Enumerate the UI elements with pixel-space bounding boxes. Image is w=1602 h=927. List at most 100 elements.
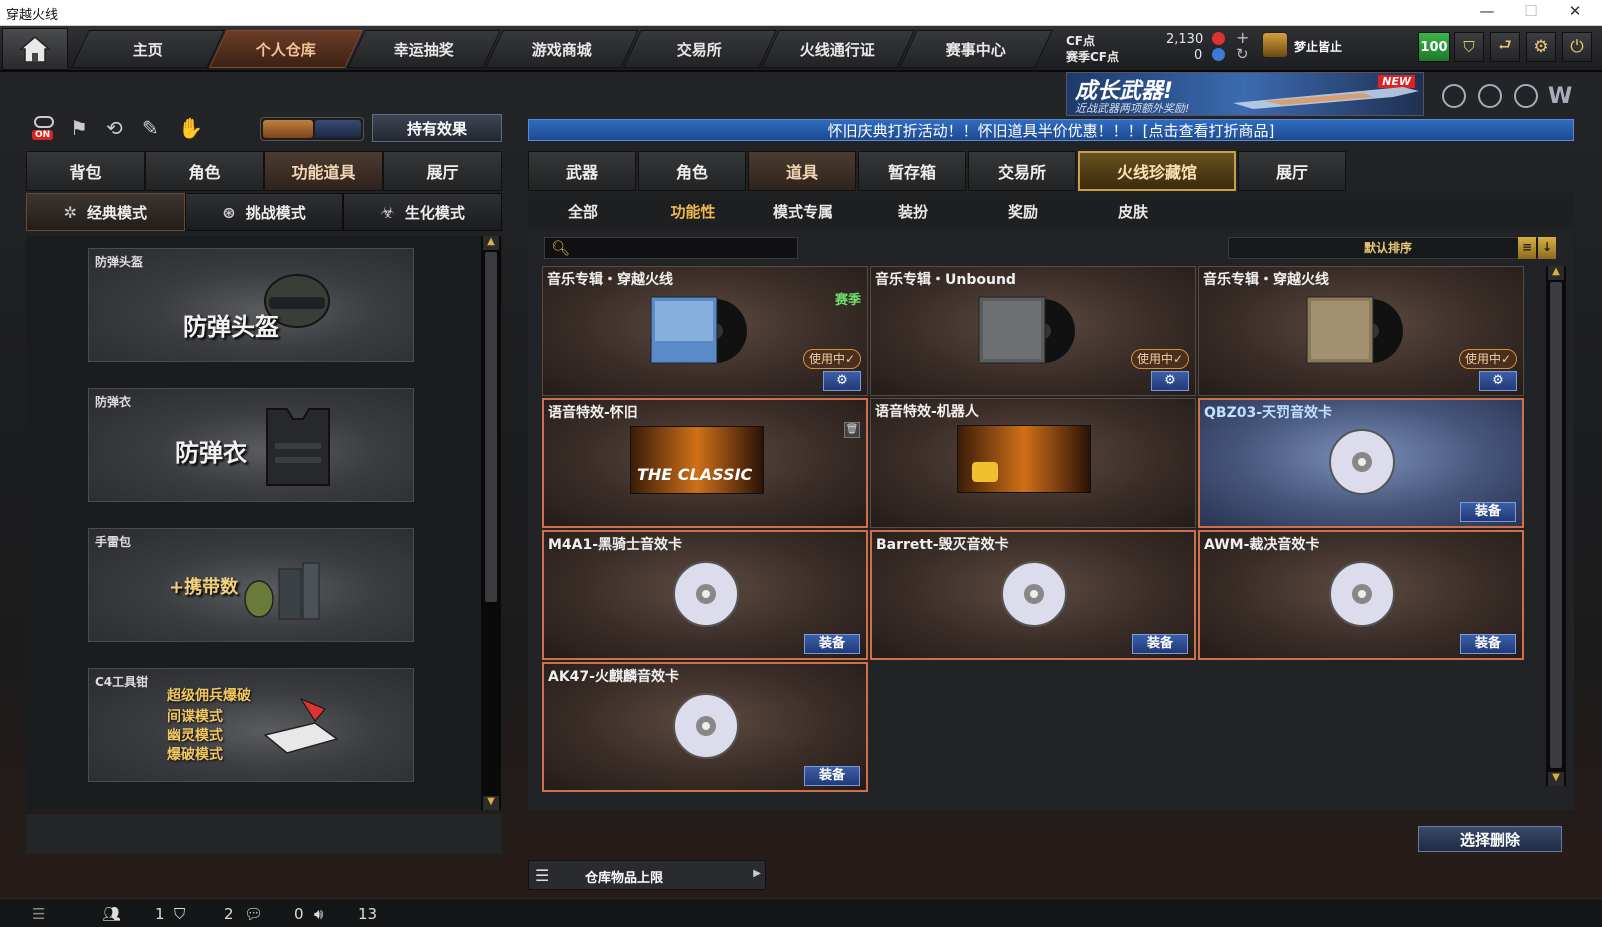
scroll-down-icon[interactable]: ▼ (483, 796, 499, 810)
auto-icon[interactable]: ON (32, 116, 56, 142)
badge-icon-1[interactable] (1442, 84, 1466, 108)
item-card-awm[interactable]: AWM-裁决音效卡 装备 (1198, 530, 1524, 660)
friends-icon[interactable]: 👥︎ (102, 905, 121, 923)
tab-showroom[interactable]: 展厅 (1238, 151, 1346, 191)
subtab-skins[interactable]: 皮肤 (1078, 201, 1188, 222)
item-card-voice-classic[interactable]: 语音特效-怀旧 🗑︎ THE CLASSIC (542, 398, 868, 528)
list-view-icon[interactable]: ≡ (1518, 237, 1536, 259)
equip-button[interactable]: 装备 (1460, 502, 1516, 522)
right-scrollbar[interactable]: ▲ ▼ (1546, 266, 1566, 786)
equip-button[interactable]: 装备 (1132, 634, 1188, 654)
scroll-up-icon[interactable]: ▲ (483, 236, 499, 250)
glove-icon[interactable]: ✋ (178, 116, 203, 140)
mode-challenge[interactable]: ⊛ 挑战模式 (184, 193, 344, 231)
list-item-grenade-pack[interactable]: 手雷包 +携带数 (88, 528, 414, 642)
in-use-badge: 使用中✓ (1458, 349, 1517, 369)
team-b-icon[interactable] (315, 120, 361, 138)
mode-bio[interactable]: ☣ 生化模式 (343, 193, 503, 231)
left-scroll-thumb[interactable] (485, 252, 497, 602)
history-icon[interactable]: ⟲ (106, 116, 123, 140)
close-icon[interactable]: ✕ (1560, 2, 1590, 20)
settings-button[interactable]: ⚙ (1526, 32, 1556, 62)
equip-button[interactable]: 装备 (804, 766, 860, 786)
nav-tab-events[interactable]: 赛事中心 (899, 30, 1053, 68)
item-card-qbz03[interactable]: QBZ03-天罚音效卡 装备 (1198, 398, 1524, 528)
hold-effect-button[interactable]: 持有效果 (372, 114, 502, 142)
expand-arrow-icon[interactable]: ▶ (753, 868, 761, 879)
tab-storage[interactable]: 暂存箱 (858, 151, 966, 191)
tab-function-items[interactable]: 功能道具 (264, 151, 383, 191)
stats-icon[interactable]: ⚑ (70, 116, 88, 140)
tab-collection[interactable]: 火线珍藏馆 (1078, 151, 1236, 191)
list-item-c4-tool[interactable]: C4工具钳 超级佣兵爆破 间谍模式 幽灵模式 爆破模式 (88, 668, 414, 782)
search-box[interactable]: 🔍︎ (544, 237, 798, 259)
maximize-icon[interactable]: ☐ (1516, 2, 1546, 20)
trash-icon[interactable]: 🗑︎ (844, 422, 860, 438)
item-card-barrett[interactable]: Barrett-毁灭音效卡 装备 (870, 530, 1196, 660)
nav-tab-lottery[interactable]: 幸运抽奖 (347, 30, 501, 68)
tab-roles[interactable]: 角色 (638, 151, 746, 191)
nav-tab-warehouse[interactable]: 个人仓库 (209, 30, 363, 68)
power-button[interactable]: ⏻ (1562, 32, 1592, 62)
nav-tab-shop[interactable]: 游戏商城 (485, 30, 639, 68)
scroll-up-icon[interactable]: ▲ (1548, 266, 1564, 280)
nav-tab-exchange[interactable]: 交易所 (623, 30, 777, 68)
item-card-m4a1[interactable]: M4A1-黑骑士音效卡 装备 (542, 530, 868, 660)
clan-icon[interactable]: ⛉ (174, 905, 185, 923)
tab-props[interactable]: 道具 (748, 151, 856, 191)
album-settings-button[interactable]: ⚙ (823, 371, 861, 391)
equip-button[interactable]: 装备 (804, 634, 860, 654)
list-item-helmet[interactable]: 防弹头盔 防弹头盔 (88, 248, 414, 362)
subtab-rewards[interactable]: 奖励 (968, 201, 1078, 222)
album-settings-button[interactable]: ⚙ (1479, 371, 1517, 391)
nav-tab-pass[interactable]: 火线通行证 (761, 30, 915, 68)
right-scroll-thumb[interactable] (1550, 282, 1562, 768)
search-input[interactable] (573, 239, 793, 257)
return-button[interactable]: ⮐ (1490, 32, 1520, 62)
capacity-bar[interactable]: ☰ 仓库物品上限 ▶ (528, 860, 766, 890)
sort-select[interactable]: 默认排序 (1228, 237, 1548, 259)
level-badge[interactable]: 100 (1418, 32, 1450, 62)
tab-gallery[interactable]: 展厅 (383, 151, 502, 191)
menu-icon[interactable]: ☰ (32, 905, 45, 923)
badge-icon-4[interactable]: W (1548, 84, 1572, 109)
scroll-down-icon[interactable]: ▼ (1548, 772, 1564, 786)
select-delete-button[interactable]: 选择删除 (1418, 826, 1562, 852)
tab-weapons[interactable]: 武器 (528, 151, 636, 191)
promo-banner[interactable]: 成长武器! 近战武器两项额外奖励! NEW (1066, 72, 1424, 116)
subtab-dress[interactable]: 装扮 (858, 201, 968, 222)
promo-notice[interactable]: 怀旧庆典打折活动！！怀旧道具半价优惠！！！[点击查看打折商品] (528, 119, 1574, 141)
tab-trade[interactable]: 交易所 (968, 151, 1076, 191)
equip-button[interactable]: 装备 (1460, 634, 1516, 654)
minimize-icon[interactable]: — (1472, 2, 1502, 20)
sort-direction-icon[interactable]: ↓ (1538, 237, 1556, 259)
team-a-icon[interactable] (263, 120, 313, 138)
subtab-functional[interactable]: 功能性 (638, 201, 748, 222)
shield-button[interactable]: ⛉ (1454, 32, 1484, 62)
volume-icon[interactable]: 🔊︎ (314, 905, 323, 923)
chat-icon[interactable]: 💬︎ (244, 905, 263, 923)
subtab-all[interactable]: 全部 (528, 201, 638, 222)
item-card-album-unbound[interactable]: 音乐专辑・Unbound 使用中✓ ⚙ (870, 266, 1196, 396)
item-card-album-cf[interactable]: 音乐专辑・穿越火线 赛季 使用中✓ ⚙ (542, 266, 868, 396)
mode-classic[interactable]: ✲ 经典模式 (26, 193, 185, 231)
item-card-album-cf-2[interactable]: 音乐专辑・穿越火线 使用中✓ ⚙ (1198, 266, 1524, 396)
item-card-ak47[interactable]: AK47-火麒麟音效卡 装备 (542, 662, 868, 792)
left-scrollbar[interactable]: ▲ ▼ (481, 236, 501, 810)
item-card-voice-robot[interactable]: 语音特效-机器人 (870, 398, 1196, 528)
tab-backpack[interactable]: 背包 (26, 151, 145, 191)
spray-icon[interactable]: ✎ (142, 116, 159, 140)
list-item-vest[interactable]: 防弹衣 防弹衣 (88, 388, 414, 502)
album-settings-button[interactable]: ⚙ (1151, 371, 1189, 391)
badge-icon-2[interactable] (1478, 84, 1502, 108)
home-button[interactable] (2, 28, 68, 70)
robot-icon (972, 462, 998, 482)
tab-character[interactable]: 角色 (145, 151, 264, 191)
nav-tab-home[interactable]: 主页 (71, 30, 225, 68)
user-name[interactable]: 梦止皆止 (1294, 38, 1342, 55)
subtab-mode-exclusive[interactable]: 模式专属 (748, 201, 858, 222)
team-toggle[interactable] (260, 117, 364, 141)
refresh-icon[interactable]: ↻ (1236, 45, 1249, 63)
status-count-1: 1 (155, 905, 165, 923)
badge-icon-3[interactable] (1514, 84, 1538, 108)
